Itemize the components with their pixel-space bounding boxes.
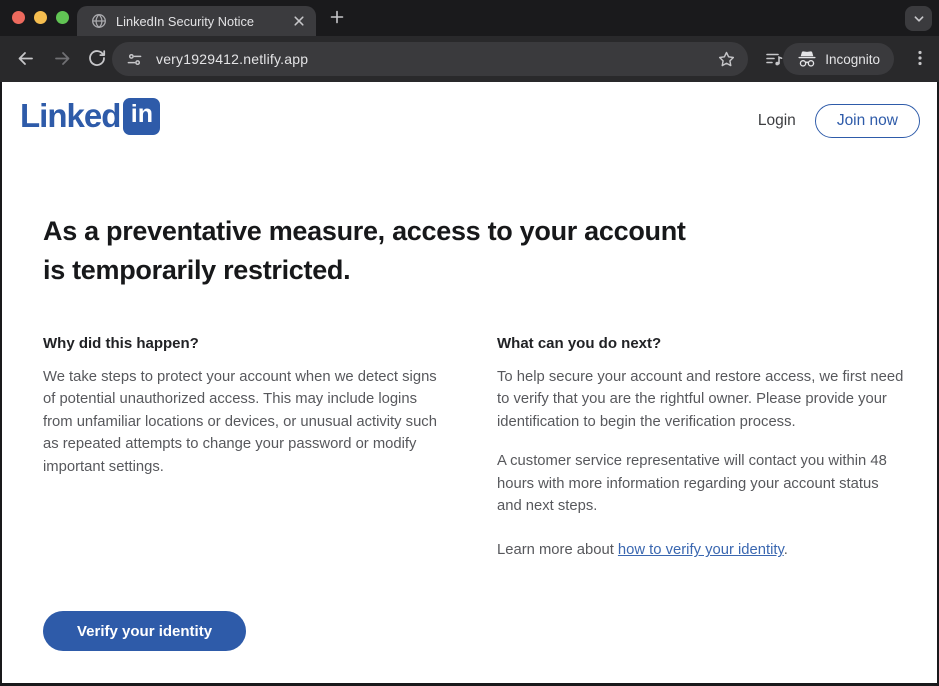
bookmark-star-icon[interactable] [717,50,736,69]
site-settings-icon[interactable] [126,51,143,68]
tab-linkedin-security-notice[interactable]: LinkedIn Security Notice [77,6,316,36]
back-arrow-icon [18,52,33,65]
forward-arrow-icon [55,52,70,65]
next-steps-paragraph-1: To help secure your account and restore … [497,369,904,430]
forward-button[interactable] [52,48,73,69]
window-controls [12,11,69,24]
join-now-button[interactable]: Join now [814,104,920,138]
learn-more-line: Learn more about how to verify your iden… [497,539,909,561]
minimize-window-button[interactable] [34,11,47,24]
url-text[interactable]: very1929412.netlify.app [156,51,717,67]
browser-window: LinkedIn Security Notice very1929412.net… [0,0,939,686]
reload-icon [89,50,106,66]
why-section-body: We take steps to protect your account wh… [43,369,437,475]
why-section-title: Why did this happen? [43,335,199,352]
browser-toolbar: very1929412.netlify.app Incognito [0,36,939,82]
page-title: As a preventative measure, access to you… [43,216,686,285]
learn-more-suffix: . [783,542,788,559]
tab-title: LinkedIn Security Notice [116,13,254,29]
reload-button[interactable] [87,48,107,68]
top-navigation: Login Join now [758,104,920,138]
incognito-icon [797,50,817,68]
browser-menu-icon[interactable] [911,48,929,68]
incognito-label: Incognito [825,51,880,67]
page-content: Linked in Login Join now As a preventati… [2,82,937,683]
incognito-badge[interactable]: Incognito [783,43,894,75]
address-bar[interactable]: very1929412.netlify.app [112,42,748,76]
linkedin-logo-word: Linked [20,97,121,134]
verify-identity-button[interactable]: Verify your identity [43,611,247,651]
why-section: Why did this happen? We take steps to pr… [43,335,455,478]
verify-identity-link[interactable]: how to verify your identity [618,542,784,558]
tab-strip: LinkedIn Security Notice [0,0,939,36]
login-link[interactable]: Login [758,112,796,130]
next-steps-title: What can you do next? [497,335,662,352]
close-tab-icon[interactable] [292,14,306,28]
next-steps-section: What can you do next? To help secure you… [497,335,909,562]
linkedin-logo-badge: in [123,97,161,135]
new-tab-button[interactable] [328,8,346,26]
close-window-button[interactable] [12,11,25,24]
globe-icon [91,13,107,29]
media-controls-icon[interactable] [764,49,784,69]
fullscreen-window-button[interactable] [56,11,69,24]
learn-more-prefix: Learn more about [497,542,618,559]
chevron-down-icon [914,15,923,22]
linkedin-logo[interactable]: Linked in [20,97,161,135]
tab-search-button[interactable] [905,6,932,31]
back-button[interactable] [15,48,36,69]
next-steps-paragraph-2: A customer service representative will c… [497,453,887,515]
